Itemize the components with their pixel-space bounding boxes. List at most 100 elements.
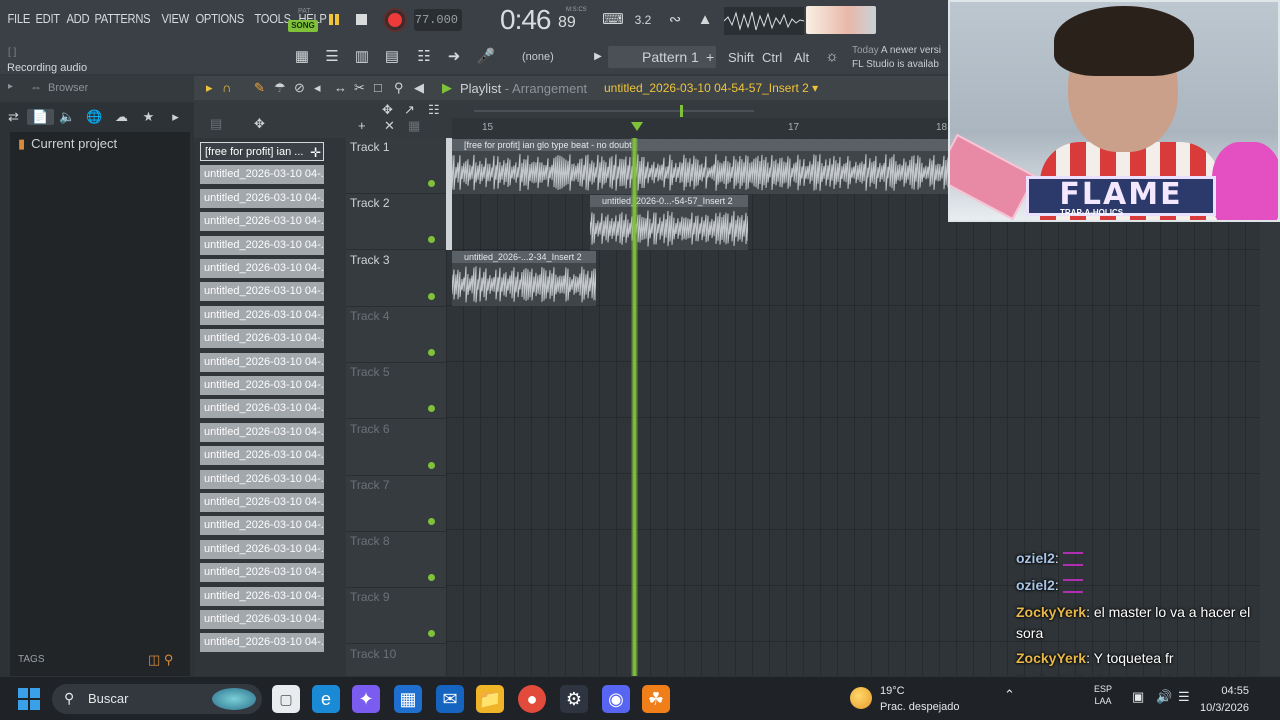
discord-icon[interactable]: ◉ [602,685,630,713]
pause-button[interactable] [326,12,342,28]
chat-username[interactable]: ZockyYerk [1016,604,1086,620]
track-mute-led[interactable] [428,574,435,582]
news-icon[interactable]: ☼ [820,46,844,68]
stop-button[interactable] [356,14,367,25]
audio-clip[interactable]: [free for profit] ian glo type beat - no… [452,139,948,194]
track-header[interactable]: Track 3 [346,251,446,307]
browser-arrows-icon[interactable]: ⇔ [30,80,42,94]
track-mute-led[interactable] [428,461,435,469]
volume-icon[interactable]: 🔊 [1156,689,1172,705]
typing-keyboard-icon[interactable]: ⌨ [602,10,624,30]
speaker-icon[interactable]: 🔈 [54,109,81,125]
slip-icon[interactable]: ↔ [334,80,347,95]
chat-username[interactable]: ZockyYerk [1016,650,1086,666]
tags-label[interactable]: TAGS [18,654,44,665]
metronome-icon[interactable]: ▲ [694,10,716,30]
track-header[interactable]: Track 8 [346,532,446,589]
clip-picker-item[interactable]: untitled_2026-03-10 04-... [200,235,324,255]
mixer-icon[interactable]: ☷ [412,46,436,68]
track-header[interactable]: Track 2 [346,194,446,251]
menu-options[interactable]: OPTIONS [192,11,247,26]
current-project-item[interactable]: ▮ Current project [18,136,117,152]
clip-picker-item[interactable]: untitled_2026-03-10 04-... [200,422,324,442]
track-mute-led[interactable] [428,405,435,413]
piano-roll-icon[interactable]: ▥ [350,46,374,68]
tray-chevron-icon[interactable]: ⌃ [1004,687,1015,702]
mixer-strip-icon[interactable]: ☷ [428,102,440,118]
news-panel[interactable]: Today A newer versi FL Studio is availab [852,44,941,72]
clip-picker-item[interactable]: untitled_2026-03-10 04-... [200,469,324,489]
arrow-right-icon[interactable]: ▸ [162,109,189,125]
track-header[interactable]: Track 7 [346,476,446,532]
track-mute-led[interactable] [428,292,435,300]
microphone-icon[interactable]: 🎤 [474,46,498,68]
clip-picker-item[interactable]: untitled_2026-03-10 04-... [200,563,324,583]
collapse-all-icon[interactable]: ⇄ [0,109,27,125]
track-mute-led[interactable] [428,348,435,356]
track-mute-led[interactable] [428,236,435,244]
track-header[interactable]: Track 6 [346,420,446,476]
add-pattern-button[interactable]: + [706,46,714,68]
fl-studio-icon[interactable]: ☘ [642,685,670,713]
clip-picker-item[interactable]: untitled_2026-03-10 04-... [200,376,324,395]
track-mute-led[interactable] [428,517,435,525]
clip-picker-item[interactable]: untitled_2026-03-10 04-... [200,352,324,372]
outlook-icon[interactable]: ✉ [436,685,464,713]
playback-icon[interactable]: ◀ [414,80,424,96]
menu-add[interactable]: ADD [63,11,93,26]
playlist-play-icon[interactable]: ▶ [442,80,452,96]
clip-picker-item[interactable]: [free for profit] ian ... [200,142,324,161]
clip-picker-item[interactable]: untitled_2026-03-10 04-... [200,610,324,629]
clip-picker-item[interactable]: untitled_2026-03-10 04-... [200,282,324,302]
mute-icon[interactable]: ◂ [314,80,321,96]
search-icon[interactable]: ◫ ⚲ [148,652,173,668]
clip-picker-item[interactable]: untitled_2026-03-10 04-... [200,165,324,185]
windows-start-icon[interactable] [18,688,40,710]
arrow-right-icon[interactable]: ➜ [442,46,466,68]
add-track-icon[interactable]: + [358,118,366,133]
play-arrow-icon[interactable]: ▸ [206,80,213,96]
clip-picker-item[interactable]: untitled_2026-03-10 04-... [200,539,324,559]
file-explorer-icon[interactable]: 📁 [476,685,504,713]
menu-file[interactable]: FILE [4,11,33,26]
track-mute-led[interactable] [428,630,435,638]
clip-picker-item[interactable]: untitled_2026-03-10 04-... [200,493,324,512]
alt-key-button[interactable]: Alt [794,50,809,65]
menu-patterns[interactable]: PATTERNS [91,11,154,26]
select-icon[interactable]: □ [374,80,382,95]
channel-rack-icon[interactable]: ▤ [380,46,404,68]
menu-edit[interactable]: EDIT [32,11,63,26]
menu-view[interactable]: VIEW [158,11,192,26]
copilot-icon[interactable]: ✦ [352,685,380,713]
overview-scrollbar[interactable] [474,104,754,118]
close-icon[interactable]: ✕ [384,118,395,134]
track-header[interactable]: Track 1 [346,138,446,194]
clip-picker-item[interactable]: untitled_2026-03-10 04-... [200,212,324,232]
clip-picker-item[interactable]: untitled_2026-03-10 04-... [200,329,324,349]
audio-clip[interactable]: untitled_2026-...2-34_Insert 2 [452,251,596,306]
wait-input-icon[interactable]: ∾ [664,10,686,30]
store-icon[interactable]: ▦ [394,685,422,713]
paint-icon[interactable]: ☂ [274,80,286,96]
chat-username[interactable]: oziel2 [1016,577,1055,593]
taskbar-clock[interactable]: 04:55 10/3/2026 [1200,683,1249,717]
playlist-clip-selector[interactable]: untitled_2026-03-10 04-54-57_Insert 2 ▾ [604,81,818,95]
cloud-icon[interactable]: ☁ [108,109,135,125]
task-view-icon[interactable]: ▢ [272,685,300,713]
pencil-icon[interactable]: ✎ [254,80,265,96]
clip-picker-item[interactable]: untitled_2026-03-10 04-... [200,305,324,325]
network-icon[interactable]: ▣ [1132,689,1144,705]
audio-clip[interactable]: untitled_2026-0...-54-57_Insert 2 [590,195,748,250]
star-icon[interactable]: ★ [135,109,162,125]
clip-picker-item[interactable]: untitled_2026-03-10 04-... [200,259,324,278]
chat-username[interactable]: oziel2 [1016,550,1055,566]
clip-picker-item[interactable]: untitled_2026-03-10 04-... [200,399,324,419]
track-header[interactable]: Track 5 [346,363,446,420]
tracks-icon[interactable]: ▤ [210,116,222,132]
record-button[interactable] [383,8,407,32]
delete-icon[interactable]: ⊘ [294,80,305,96]
midi-device-select[interactable]: (none) [522,51,554,63]
globe-icon[interactable]: 🌐 [81,109,108,125]
pattern-prev-icon[interactable]: ▶ [586,46,610,68]
move-icon[interactable]: ✥ [382,102,393,118]
